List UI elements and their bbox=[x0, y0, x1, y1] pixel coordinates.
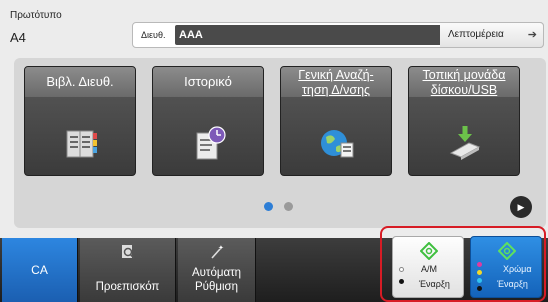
magic-wand-icon: ✦ bbox=[210, 244, 224, 259]
cyan-indicator-icon bbox=[477, 278, 482, 283]
color-label: Χρώμα bbox=[503, 264, 532, 274]
auto-set-line2: Ρύθμιση bbox=[194, 281, 239, 293]
tile-title-line2: τηση Δ/νσης bbox=[301, 83, 371, 97]
page-dot[interactable] bbox=[284, 202, 293, 211]
destination-panel: Βιβλ. Διευθ. Ιστορικό Γενική Αναζή- τηση… bbox=[14, 58, 546, 228]
usb-drive-icon bbox=[449, 126, 481, 160]
yellow-indicator-icon bbox=[477, 270, 482, 275]
address-book-icon bbox=[66, 130, 97, 158]
tile-title-line2: δίσκου/USB bbox=[430, 83, 498, 97]
svg-text:✦: ✦ bbox=[218, 244, 224, 252]
original-label: Πρωτότυπο bbox=[10, 10, 62, 21]
color-start-button[interactable]: Χρώμα Έναρξη bbox=[470, 236, 542, 298]
magenta-indicator-icon bbox=[477, 262, 482, 267]
tile-title: Γενική Αναζή- τηση Δ/νσης bbox=[281, 67, 391, 97]
tile-title-line1: Τοπική μονάδα bbox=[422, 68, 506, 82]
global-address-search-tile[interactable]: Γενική Αναζή- τηση Δ/νσης bbox=[280, 66, 392, 176]
details-button[interactable]: Λεπτομέρεια ➔ bbox=[440, 22, 544, 48]
tile-title: Τοπική μονάδα δίσκου/USB bbox=[409, 67, 519, 97]
black-indicator-icon bbox=[399, 279, 404, 284]
start-icon bbox=[420, 242, 438, 260]
history-icon bbox=[196, 126, 226, 160]
bw-label: Α/Μ bbox=[421, 264, 438, 274]
arrow-right-icon: ➔ bbox=[527, 29, 537, 41]
preview-icon bbox=[121, 245, 135, 259]
color-start-label: Έναρξη bbox=[497, 279, 528, 289]
next-page-button[interactable]: ▶ bbox=[510, 196, 532, 218]
details-label: Λεπτομέρεια bbox=[448, 29, 504, 40]
bw-start-button[interactable]: Α/Μ Έναρξη bbox=[392, 236, 464, 298]
auto-set-line1: Αυτόματη bbox=[191, 267, 242, 279]
bw-start-label: Έναρξη bbox=[419, 279, 450, 289]
globe-search-icon bbox=[321, 130, 354, 158]
local-drive-usb-tile[interactable]: Τοπική μονάδα δίσκου/USB bbox=[408, 66, 520, 176]
history-tile[interactable]: Ιστορικό bbox=[152, 66, 264, 176]
address-book-tile[interactable]: Βιβλ. Διευθ. bbox=[24, 66, 136, 176]
start-icon bbox=[498, 242, 516, 260]
auto-set-button[interactable]: ✦ Αυτόματη Ρύθμιση bbox=[178, 238, 256, 302]
white-indicator-icon bbox=[399, 267, 404, 272]
tile-title: Βιβλ. Διευθ. bbox=[25, 67, 135, 97]
black-indicator-icon bbox=[477, 286, 482, 291]
tile-title-line1: Γενική Αναζή- bbox=[298, 68, 374, 82]
clear-all-button[interactable]: CA bbox=[2, 238, 78, 302]
preview-button[interactable]: Προεπισκόπ bbox=[80, 238, 176, 302]
page-dot-active[interactable] bbox=[264, 202, 273, 211]
address-label: Διευθ. bbox=[141, 30, 166, 40]
original-size-value: A4 bbox=[10, 30, 26, 45]
tile-title: Ιστορικό bbox=[153, 67, 263, 97]
auto-set-label: Αυτόματη Ρύθμιση bbox=[178, 266, 255, 294]
preview-label: Προεπισκόπ bbox=[95, 281, 160, 293]
